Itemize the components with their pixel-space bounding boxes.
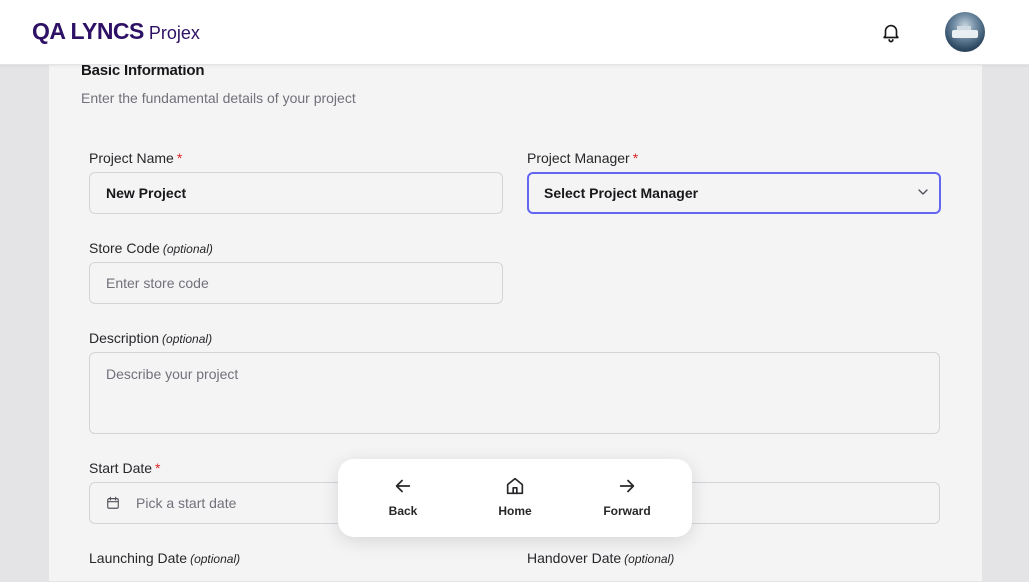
handover-date-label: Handover Date (optional) (527, 550, 674, 566)
required-marker: * (155, 460, 161, 476)
description-textarea[interactable]: Describe your project (89, 352, 940, 434)
arrow-left-icon (395, 479, 411, 493)
project-manager-selected-value: Select Project Manager (544, 185, 699, 201)
project-name-input[interactable]: New Project (89, 172, 503, 214)
home-button[interactable]: Home (480, 475, 550, 518)
project-manager-select[interactable]: Select Project Manager (527, 172, 941, 214)
project-manager-label-text: Project Manager (527, 150, 630, 166)
launching-date-label-text: Launching Date (89, 550, 188, 566)
handover-date-label-text: Handover Date (527, 550, 622, 566)
launching-date-label: Launching Date (optional) (89, 550, 240, 566)
brand-name: QA LYNCS (32, 18, 144, 44)
forward-button[interactable]: Forward (592, 475, 662, 518)
home-label: Home (498, 504, 532, 518)
description-label-text: Description (89, 330, 160, 346)
required-marker: * (632, 150, 639, 166)
store-code-input[interactable]: Enter store code (89, 262, 503, 304)
optional-marker: (optional) (190, 552, 241, 566)
calendar-icon (107, 496, 119, 509)
start-date-label-text: Start Date (89, 460, 153, 476)
section-description: Enter the fundamental details of your pr… (81, 90, 356, 106)
brand-logo[interactable]: QA LYNCS Projex (32, 18, 200, 45)
store-code-label-text: Store Code (89, 240, 160, 256)
avatar-photo-detail (952, 30, 978, 38)
floating-nav-bar: Back Home Forward (338, 459, 692, 537)
project-manager-label: Project Manager * (527, 150, 638, 166)
top-bar: QA LYNCS Projex (0, 0, 1029, 65)
back-button[interactable]: Back (368, 475, 438, 518)
start-date-placeholder: Pick a start date (136, 495, 237, 511)
project-name-label: Project Name * (89, 150, 182, 166)
forward-label: Forward (603, 504, 651, 518)
description-label: Description (optional) (89, 330, 212, 346)
optional-marker: (optional) (624, 552, 675, 566)
brand-product: Projex (148, 23, 200, 43)
user-avatar[interactable] (945, 12, 985, 52)
home-icon (506, 477, 524, 495)
back-label: Back (388, 504, 418, 518)
required-marker: * (176, 150, 183, 166)
optional-marker: (optional) (162, 332, 213, 346)
start-date-label: Start Date * (89, 460, 160, 476)
store-code-label: Store Code (optional) (89, 240, 213, 256)
optional-marker: (optional) (162, 242, 213, 256)
project-name-label-text: Project Name (89, 150, 174, 166)
chevron-down-icon (918, 189, 928, 195)
bell-icon[interactable] (880, 21, 902, 43)
arrow-right-icon (619, 479, 635, 493)
